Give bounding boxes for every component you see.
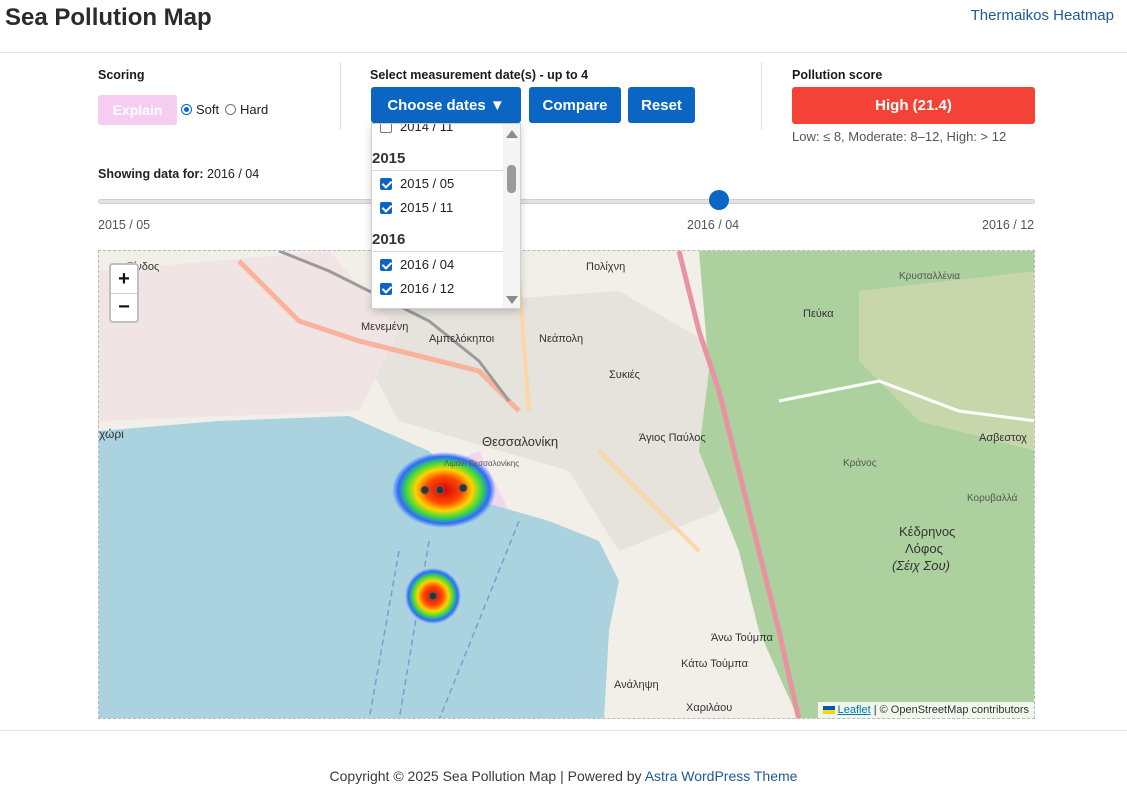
map-label: Άγιος Παύλος: [639, 432, 706, 444]
map-label: Ανάληψη: [614, 679, 659, 691]
date-option-label: 2016 / 04: [400, 257, 455, 272]
slider-tick-label: 2015 / 05: [98, 218, 151, 232]
ukraine-flag-icon: [822, 706, 835, 715]
scrollbar-thumb[interactable]: [507, 165, 516, 193]
map-label: Συκιές: [609, 369, 640, 381]
footer-divider: [0, 730, 1127, 731]
map-label: Άνω Τούμπα: [711, 632, 774, 644]
date-option-label: 2016 / 12: [400, 281, 455, 296]
map-label: Κέδρηνος: [899, 524, 955, 539]
showing-value: 2016 / 04: [207, 167, 260, 181]
soft-radio-label: Soft: [196, 102, 220, 117]
date-option-label: 2015 / 05: [400, 176, 455, 191]
scroll-down-arrow-icon[interactable]: [506, 296, 518, 304]
column-divider: [340, 62, 341, 130]
pollution-map[interactable]: Θεσσαλονίκη Μενεμένη Αμπελόκηποι Νεάπολη…: [98, 250, 1035, 719]
zoom-out-button[interactable]: −: [111, 293, 137, 321]
map-label: Χαριλάου: [686, 702, 732, 714]
site-header: Sea Pollution Map Thermaikos Heatmap: [0, 0, 1127, 53]
date-option-label: 2015 / 11: [400, 200, 454, 215]
soft-radio-option[interactable]: Soft: [181, 102, 219, 117]
dates-dropdown-list[interactable]: 2014 / 11 2015 2015 / 05 2015 / 11 2016 …: [371, 123, 521, 309]
map-label: Πολίχνη: [586, 261, 625, 273]
measurement-marker[interactable]: [428, 591, 438, 601]
pollution-score-label: Pollution score: [792, 68, 883, 82]
map-tiles: Θεσσαλονίκη Μενεμένη Αμπελόκηποι Νεάπολη…: [99, 251, 1034, 718]
choose-dates-button[interactable]: Choose dates ▼: [371, 87, 521, 123]
dropdown-scrollbar[interactable]: [503, 124, 520, 308]
date-slider-thumb[interactable]: [709, 190, 729, 210]
explain-button[interactable]: Explain: [98, 95, 177, 125]
attribution-text: | © OpenStreetMap contributors: [873, 704, 1029, 716]
map-zoom-control: + −: [109, 263, 139, 323]
measurement-marker[interactable]: [435, 485, 445, 495]
map-label: χώρι: [99, 427, 124, 441]
map-label: Νεάπολη: [539, 333, 583, 345]
date-option[interactable]: 2014 / 11: [380, 123, 454, 134]
map-label: Μενεμένη: [361, 321, 408, 333]
site-title[interactable]: Sea Pollution Map: [5, 4, 212, 32]
map-label: Αμπελόκηποι: [429, 333, 495, 345]
measurement-marker[interactable]: [458, 483, 468, 493]
site-footer: Copyright © 2025 Sea Pollution Map | Pow…: [0, 768, 1127, 784]
hard-radio-option[interactable]: Hard: [225, 102, 268, 117]
map-label: Κράνος: [843, 457, 877, 469]
soft-radio[interactable]: [181, 104, 192, 115]
map-label: (Σέιχ Σου): [892, 558, 950, 573]
year-group-header: 2015: [372, 150, 503, 171]
date-checkbox[interactable]: [380, 124, 392, 133]
column-divider: [761, 62, 762, 130]
slider-tick-label: 2016 / 04: [687, 218, 740, 232]
map-label: Κρυσταλλένια: [899, 270, 960, 282]
map-label: Λόφος: [905, 541, 943, 556]
date-checkbox[interactable]: [380, 282, 392, 295]
nav-link-thermaikos-heatmap[interactable]: Thermaikos Heatmap: [971, 7, 1114, 24]
date-option-label: 2014 / 11: [400, 123, 454, 134]
date-checkbox[interactable]: [380, 177, 392, 190]
dates-label: Select measurement date(s) - up to 4: [370, 68, 589, 82]
leaflet-link[interactable]: Leaflet: [838, 704, 871, 716]
map-label: Κορυβαλλά: [967, 492, 1018, 504]
map-label: Θεσσαλονίκη: [482, 434, 558, 449]
date-option[interactable]: 2015 / 11: [380, 200, 453, 215]
compare-button[interactable]: Compare: [529, 87, 621, 123]
date-checkbox[interactable]: [380, 201, 392, 214]
pollution-score-badge: High (21.4): [792, 87, 1035, 124]
measurement-marker[interactable]: [420, 485, 430, 495]
hard-radio-label: Hard: [240, 102, 269, 117]
date-option[interactable]: 2016 / 04: [380, 257, 454, 272]
map-label: Κάτω Τούμπα: [681, 658, 749, 670]
year-group-header: 2016: [372, 231, 503, 252]
scroll-up-arrow-icon[interactable]: [506, 130, 518, 138]
showing-data-text: Showing data for: 2016 / 04: [98, 167, 259, 181]
map-label: Ασβεστοχ: [979, 432, 1027, 444]
map-attribution: Leaflet | © OpenStreetMap contributors: [817, 702, 1034, 718]
footer-text: Copyright © 2025 Sea Pollution Map | Pow…: [329, 768, 642, 784]
hard-radio[interactable]: [225, 104, 236, 115]
slider-tick-label: 2016 / 12: [982, 218, 1035, 232]
date-option[interactable]: 2015 / 05: [380, 176, 454, 191]
zoom-in-button[interactable]: +: [111, 265, 137, 293]
footer-theme-link[interactable]: Astra WordPress Theme: [645, 768, 798, 784]
date-option[interactable]: 2016 / 12: [380, 281, 454, 296]
date-checkbox[interactable]: [380, 258, 392, 271]
date-slider-track[interactable]: [98, 199, 1035, 204]
score-legend: Low: ≤ 8, Moderate: 8–12, High: > 12: [792, 129, 1007, 144]
scoring-label: Scoring: [98, 68, 145, 82]
map-label: Λιμάνι Θεσσαλονίκης: [444, 459, 519, 468]
reset-button[interactable]: Reset: [628, 87, 695, 123]
map-label: Πεύκα: [803, 308, 834, 320]
showing-prefix: Showing data for:: [98, 167, 204, 181]
